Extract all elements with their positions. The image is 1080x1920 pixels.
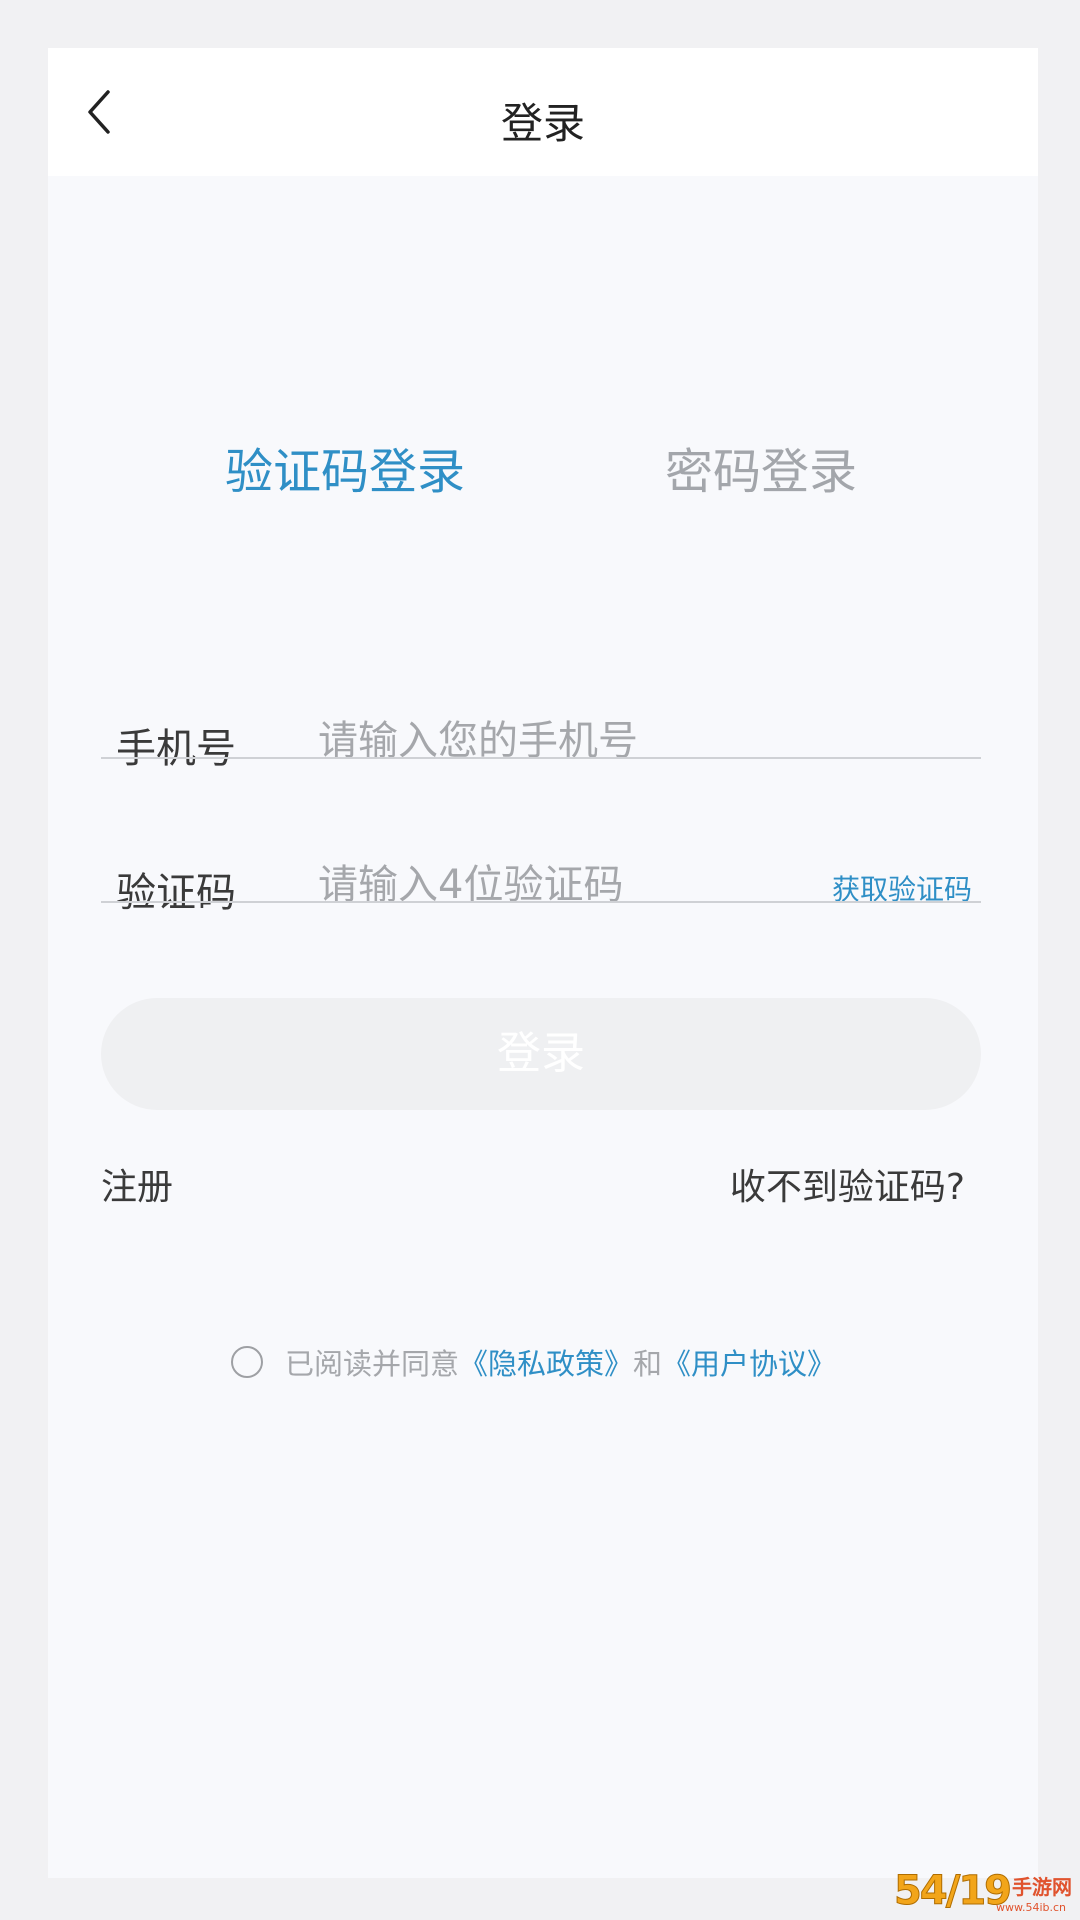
- no-code-link[interactable]: 收不到验证码?: [730, 1158, 965, 1210]
- agreement-prefix: 已阅读并同意: [285, 1347, 460, 1381]
- agreement-row: 已阅读并同意 《隐私政策》 和 《用户协议》: [231, 1342, 836, 1382]
- user-agreement-link[interactable]: 《用户协议》: [662, 1341, 836, 1383]
- code-label: 验证码: [116, 870, 236, 916]
- site-watermark-logo: 54 / 19 手游网 www.54ib.cn: [894, 1868, 1072, 1915]
- verification-code-input[interactable]: [318, 852, 798, 918]
- watermark-slash: /: [945, 1868, 961, 1915]
- agreement-radio[interactable]: [231, 1346, 263, 1378]
- tab-password-login[interactable]: 密码登录: [665, 432, 857, 502]
- watermark-site: 手游网: [1012, 1875, 1072, 1899]
- watermark-domain: www.54ib.cn: [995, 1901, 1066, 1914]
- register-link[interactable]: 注册: [101, 1158, 173, 1210]
- phone-label: 手机号: [116, 726, 236, 772]
- divider: [101, 757, 981, 759]
- phone-input[interactable]: [318, 708, 918, 774]
- divider: [101, 901, 981, 903]
- agreement-conjunction: 和: [633, 1347, 663, 1381]
- page-title: 登录: [500, 99, 585, 148]
- watermark-number: 54: [894, 1868, 949, 1915]
- login-screen: 登录 验证码登录 密码登录 手机号 验证码 获取验证码 登录 注册 收不到验证码…: [48, 48, 1038, 1878]
- top-bar: 登录: [48, 48, 1038, 176]
- privacy-policy-link[interactable]: 《隐私政策》: [459, 1341, 633, 1383]
- tab-sms-login[interactable]: 验证码登录: [225, 432, 465, 502]
- login-button[interactable]: 登录: [101, 998, 981, 1110]
